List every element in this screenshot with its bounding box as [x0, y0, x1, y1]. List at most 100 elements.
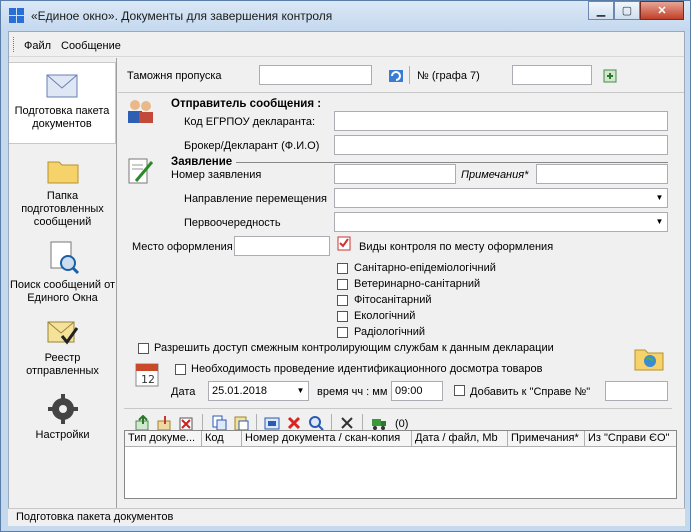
date-picker[interactable]: 25.01.2018 ▼: [208, 381, 309, 401]
windows-logo-icon: [9, 8, 25, 24]
status-text: Подготовка пакета документов: [16, 511, 174, 523]
priority-label: Первоочередность: [184, 217, 281, 229]
add-ref-input[interactable]: [605, 381, 668, 401]
customs-label: Таможня пропуска: [127, 70, 222, 82]
customs-input[interactable]: [259, 65, 372, 85]
column-header[interactable]: Дата / файл, Mb: [412, 431, 508, 447]
edit-document-icon: [128, 158, 154, 184]
chevron-down-icon: ▼: [655, 193, 664, 202]
control-label-1: Ветеринарно-санітарний: [354, 278, 481, 290]
menu-grip: [13, 37, 15, 52]
remove-icon[interactable]: [286, 415, 302, 431]
window-title: «Единое окно». Документы для завершения …: [31, 9, 333, 23]
time-label: время чч : мм: [317, 386, 388, 398]
envelope-icon: [46, 74, 78, 98]
priority-select[interactable]: ▼: [334, 212, 668, 232]
truck-icon: [372, 419, 386, 430]
folder-icon: [47, 161, 78, 184]
direction-select[interactable]: ▼: [334, 188, 668, 208]
control-checkbox-1[interactable]: [337, 279, 348, 290]
scan-icon[interactable]: [264, 415, 280, 431]
sidebar-item-label: Подготовка пакета документов: [14, 105, 110, 130]
date-value: 25.01.2018: [212, 385, 268, 397]
column-header[interactable]: Номер документа / скан-копия: [242, 431, 412, 447]
sidebar-item-label: Папка подготовленных сообщений: [21, 190, 104, 228]
menu-message[interactable]: Сообщение: [61, 40, 121, 52]
control-label-4: Радіологічний: [354, 326, 426, 338]
menu-file[interactable]: Файл: [24, 40, 51, 52]
control-types-label: Виды контроля по месту оформления: [359, 241, 554, 253]
notes-input[interactable]: [536, 164, 668, 184]
add-ref-label: Добавить к "Справе №": [470, 386, 591, 398]
date-label: Дата: [171, 386, 196, 398]
column-header[interactable]: Из "Справи ЄО": [585, 431, 676, 447]
table-header: Тип докуме... Код Номер документа / скан…: [125, 431, 676, 447]
checklist-icon[interactable]: [337, 235, 351, 251]
chevron-down-icon: ▼: [655, 217, 664, 226]
control-checkbox-3[interactable]: [337, 311, 348, 322]
inspection-label: Необходимость проведение идентификационн…: [191, 363, 543, 375]
edit-document-icon-btn[interactable]: [157, 415, 173, 431]
sidebar: Подготовка пакета документов Папка подго…: [9, 58, 117, 509]
sender-heading: Отправитель сообщения :: [171, 98, 322, 110]
svg-text:12: 12: [141, 373, 155, 386]
place-input[interactable]: [234, 236, 330, 256]
menu-bar: Файл Сообщение: [9, 32, 684, 57]
refresh-icon[interactable]: [388, 68, 404, 84]
add-ref-checkbox[interactable]: [454, 385, 465, 396]
num-label: № (графа 7): [417, 70, 480, 82]
envelope-check-icon: [47, 321, 78, 345]
documents-count: (0): [395, 418, 409, 430]
control-label-0: Санітарно-епідеміологічний: [354, 262, 496, 274]
delete-document-icon[interactable]: [179, 415, 195, 431]
num-input[interactable]: [512, 65, 592, 85]
documents-table[interactable]: Тип докуме... Код Номер документа / скан…: [124, 430, 677, 499]
statement-number-input[interactable]: [334, 164, 456, 184]
sidebar-item-label: Настройки: [35, 429, 90, 441]
add-icon[interactable]: [602, 68, 618, 84]
title-bar[interactable]: «Единое окно». Документы для завершения …: [1, 1, 690, 31]
control-checkbox-0[interactable]: [337, 263, 348, 274]
paste-icon[interactable]: [233, 415, 249, 431]
sidebar-item-label: Реестр отправленных: [26, 352, 99, 377]
edrpou-label: Код ЕГРПОУ декларанта:: [184, 116, 316, 128]
document-search-icon: [50, 241, 79, 275]
place-label: Место оформления: [132, 241, 233, 253]
column-header[interactable]: Тип докуме...: [125, 431, 202, 447]
time-input[interactable]: 09:00: [391, 381, 443, 401]
access-checkbox[interactable]: [138, 343, 149, 354]
view-icon[interactable]: [308, 415, 324, 431]
access-label: Разрешить доступ смежным контролирующим …: [154, 342, 554, 354]
gear-icon: [47, 394, 78, 424]
sidebar-item-prepared-folder[interactable]: Папка подготовленных сообщений: [9, 156, 116, 236]
statement-heading: Заявление: [171, 156, 233, 168]
minimize-button[interactable]: ▁: [588, 1, 614, 20]
notes-label: Примечания*: [461, 169, 529, 181]
users-icon: [128, 100, 153, 123]
control-label-2: Фітосанітарний: [354, 294, 432, 306]
copy-icon[interactable]: [211, 415, 227, 431]
sidebar-item-prepare[interactable]: Подготовка пакета документов: [9, 62, 116, 144]
sidebar-item-label: Поиск сообщений от Единого Окна: [9, 279, 116, 304]
control-checkbox-2[interactable]: [337, 295, 348, 306]
cut-icon[interactable]: [339, 415, 355, 431]
inspection-checkbox[interactable]: [175, 364, 186, 375]
edrpou-input[interactable]: [334, 111, 668, 131]
globe-folder-icon[interactable]: [634, 345, 664, 371]
sidebar-item-registry[interactable]: Реестр отправленных: [9, 318, 116, 388]
direction-label: Направление перемещения: [184, 193, 327, 205]
add-document-icon[interactable]: [135, 415, 151, 431]
sidebar-item-settings[interactable]: Настройки: [9, 393, 116, 448]
control-checkbox-4[interactable]: [337, 327, 348, 338]
chevron-down-icon: ▼: [296, 386, 305, 395]
column-header[interactable]: Примечания*: [508, 431, 585, 447]
statement-number-label: Номер заявления: [171, 169, 262, 181]
column-header[interactable]: Код: [202, 431, 242, 447]
broker-label: Брокер/Декларант (Ф.И.О): [184, 140, 320, 152]
close-button[interactable]: ✕: [640, 1, 684, 20]
sidebar-item-search[interactable]: Поиск сообщений от Единого Окна: [9, 241, 116, 321]
broker-input[interactable]: [334, 135, 668, 155]
app-window: «Единое окно». Документы для завершения …: [0, 0, 691, 532]
status-bar: Подготовка пакета документов: [8, 508, 685, 526]
maximize-button[interactable]: ▢: [614, 1, 640, 20]
